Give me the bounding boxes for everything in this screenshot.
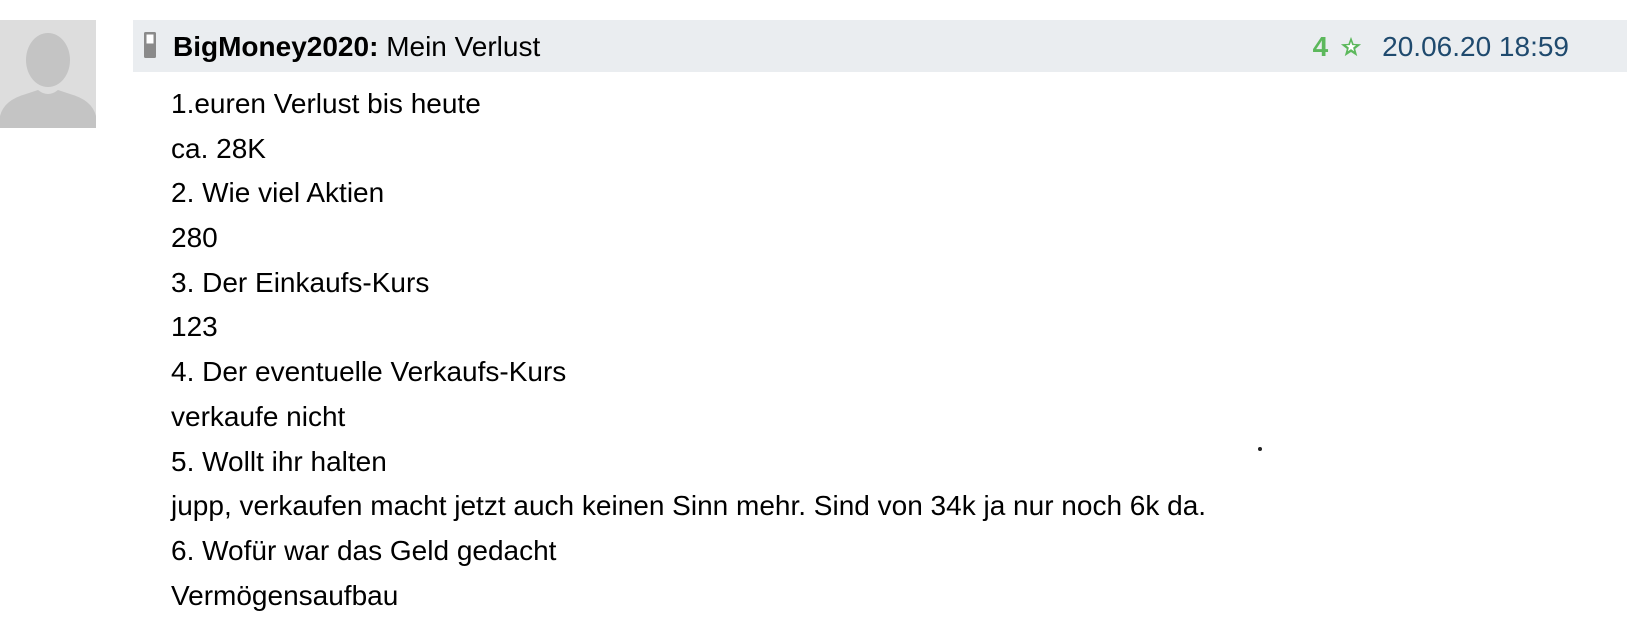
body-line: ca. 28K bbox=[171, 132, 266, 164]
star-icon[interactable] bbox=[1340, 36, 1362, 58]
body-line: 5. Wollt ihr halten bbox=[171, 445, 387, 477]
body-line: jupp, verkaufen macht jetzt auch keinen … bbox=[171, 490, 1207, 522]
body-line: 123 bbox=[171, 311, 218, 343]
body-line: 1.euren Verlust bis heute bbox=[171, 88, 481, 119]
body-line: 6. Wofür war das Geld gedacht bbox=[171, 534, 557, 566]
post-title[interactable]: Mein Verlust bbox=[386, 31, 540, 62]
post-date[interactable]: 20.06.20 18:59 bbox=[1382, 31, 1569, 63]
mobile-phone-icon bbox=[144, 32, 156, 58]
author-name[interactable]: BigMoney2020: bbox=[173, 31, 378, 62]
user-silhouette-icon bbox=[0, 20, 96, 128]
stray-dot bbox=[1258, 447, 1262, 451]
body-line: 3. Der Einkaufs-Kurs bbox=[171, 266, 430, 298]
body-line: Vermögensaufbau bbox=[171, 579, 399, 611]
forum-post: BigMoney2020: Mein Verlust 4 20.06.20 18… bbox=[0, 0, 1627, 643]
post-body: 1.euren Verlust bis heute ca. 28K 2. Wie… bbox=[171, 82, 1206, 618]
body-line: 2. Wie viel Aktien bbox=[171, 177, 385, 209]
avatar[interactable] bbox=[0, 20, 96, 128]
body-line: 4. Der eventuelle Verkaufs-Kurs bbox=[171, 356, 567, 388]
post-title-line: BigMoney2020: Mein Verlust bbox=[173, 31, 540, 63]
post-meta: 4 20.06.20 18:59 bbox=[1313, 31, 1569, 63]
post-header: BigMoney2020: Mein Verlust 4 20.06.20 18… bbox=[133, 20, 1627, 72]
body-line: verkaufe nicht bbox=[171, 400, 346, 432]
body-line: 280 bbox=[171, 222, 218, 254]
rating-count[interactable]: 4 bbox=[1313, 31, 1329, 63]
